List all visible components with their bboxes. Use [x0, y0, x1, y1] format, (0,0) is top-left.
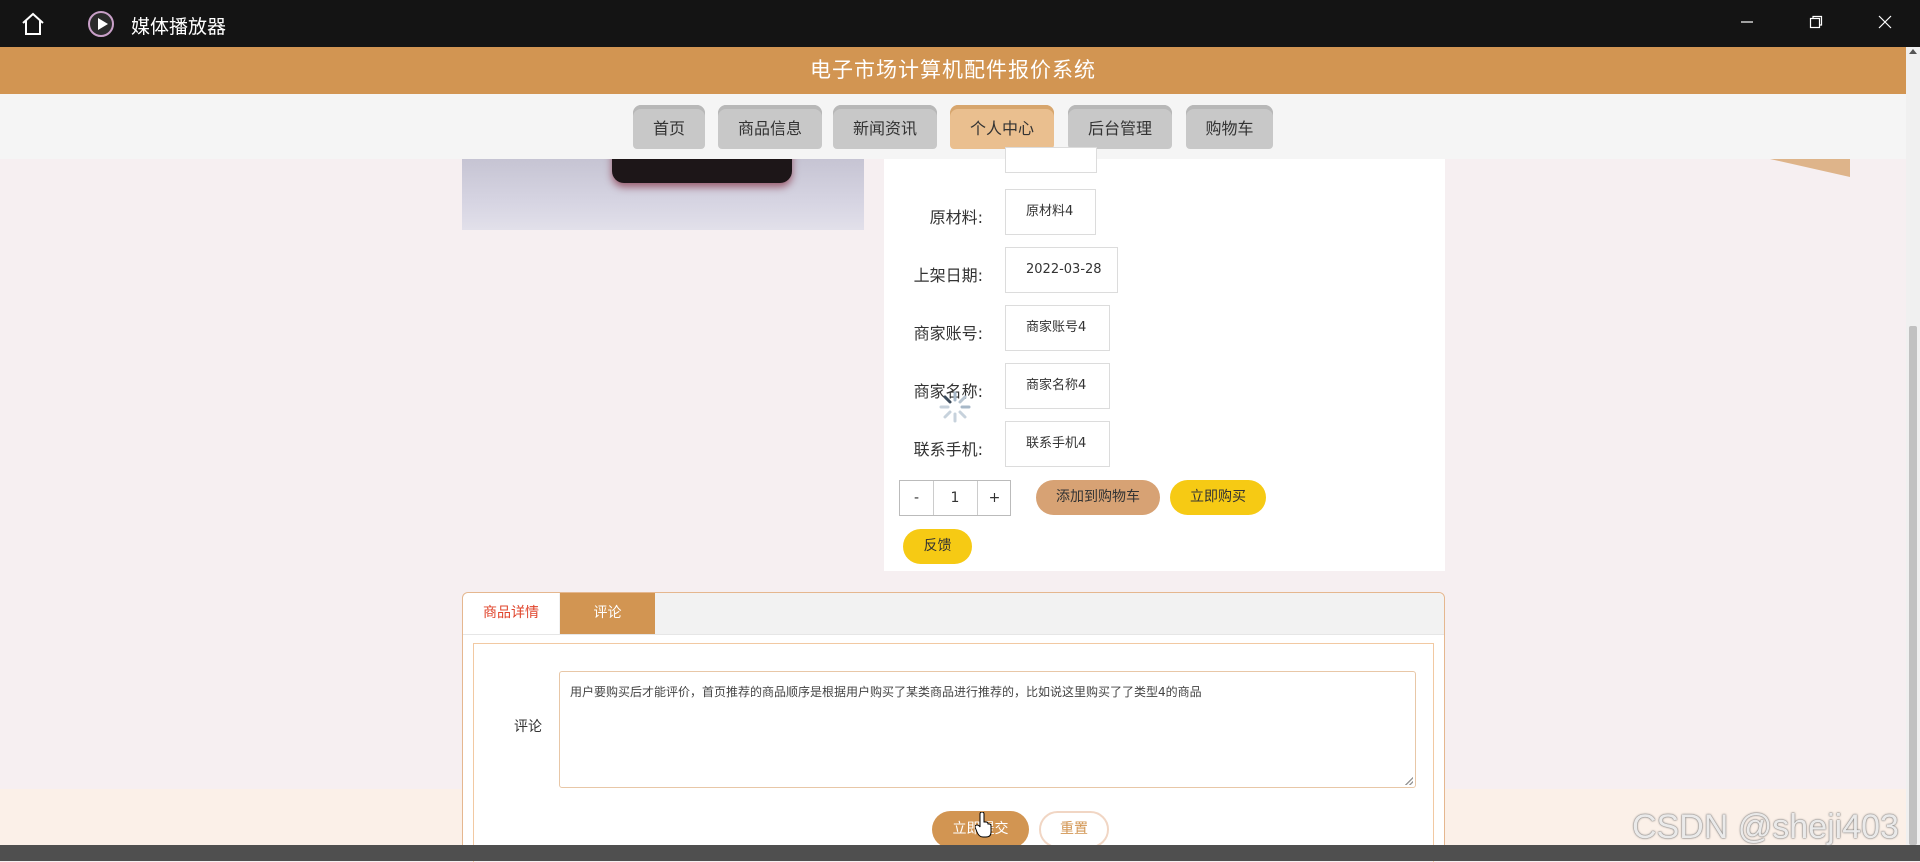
buy-now-button[interactable]: 立即购买 [1170, 480, 1266, 515]
feedback-button[interactable]: 反馈 [903, 529, 972, 564]
nav-admin[interactable]: 后台管理 [1068, 105, 1172, 149]
site-title: 电子市场计算机配件报价系统 [0, 47, 1906, 94]
media-player-icon [88, 11, 114, 37]
restore-button[interactable] [1786, 0, 1846, 47]
field-value-listing-date: 2022-03-28 [1005, 247, 1118, 293]
product-photo-device [612, 159, 792, 183]
product-image [462, 159, 864, 230]
nav-products[interactable]: 商品信息 [718, 105, 822, 149]
nav-cart[interactable]: 购物车 [1186, 105, 1273, 149]
minimize-icon [1741, 21, 1753, 23]
quantity-input[interactable]: 1 [934, 481, 976, 515]
loading-spinner-icon [939, 391, 971, 423]
restore-icon [1809, 15, 1823, 29]
tab-product-detail[interactable]: 商品详情 [463, 593, 559, 634]
field-value-phone: 联系手机4 [1005, 421, 1110, 467]
close-icon [1878, 15, 1892, 29]
scrollbar-thumb[interactable] [1909, 326, 1917, 845]
tab-bar: 商品详情 评论 [463, 593, 1444, 635]
watermark: CSDN @sheji403 [1632, 808, 1899, 846]
tab-comments[interactable]: 评论 [560, 593, 655, 634]
nav-news[interactable]: 新闻资讯 [833, 105, 937, 149]
window-titlebar: 媒体播放器 [0, 0, 1920, 47]
close-button[interactable] [1855, 0, 1915, 47]
nav-home[interactable]: 首页 [633, 105, 705, 149]
detail-tabs-card: 商品详情 评论 评论 用户要购买后才能评价，首页推荐的商品顺序是根据用户购买了某… [462, 592, 1445, 862]
minimize-button[interactable] [1717, 0, 1777, 47]
quantity-decrease-button[interactable]: - [900, 481, 934, 515]
home-icon[interactable] [20, 11, 46, 37]
corner-decoration [1770, 159, 1850, 177]
comment-form: 评论 用户要购买后才能评价，首页推荐的商品顺序是根据用户购买了某类商品进行推荐的… [473, 643, 1434, 862]
scroll-up-arrow-icon[interactable] [1909, 49, 1917, 54]
field-label-material: 原材料: [929, 208, 983, 227]
resize-handle-icon[interactable] [1405, 777, 1413, 785]
main-nav: 首页 商品信息 新闻资讯 个人中心 后台管理 购物车 [0, 94, 1906, 159]
field-label-phone: 联系手机: [913, 440, 983, 459]
quantity-stepper: - 1 + [899, 480, 1011, 516]
field-value-material: 原材料4 [1005, 189, 1096, 235]
nav-personal-center[interactable]: 个人中心 [950, 105, 1054, 149]
quantity-increase-button[interactable]: + [977, 481, 1011, 515]
comment-label: 评论 [514, 719, 542, 735]
field-value-merchant-name: 商家名称4 [1005, 363, 1110, 409]
field-label-merchant-account: 商家账号: [913, 324, 983, 343]
comment-textarea[interactable]: 用户要购买后才能评价，首页推荐的商品顺序是根据用户购买了某类商品进行推荐的，比如… [559, 671, 1416, 788]
hand-cursor-icon [975, 812, 992, 838]
bottom-strip [0, 845, 1920, 861]
field-value-merchant-account: 商家账号4 [1005, 305, 1110, 351]
reset-button[interactable]: 重置 [1039, 811, 1109, 848]
add-to-cart-button[interactable]: 添加到购物车 [1036, 480, 1160, 515]
field-box-partial [1005, 147, 1097, 173]
window-title: 媒体播放器 [131, 16, 227, 38]
field-label-listing-date: 上架日期: [913, 266, 983, 285]
comment-text-value: 用户要购买后才能评价，首页推荐的商品顺序是根据用户购买了某类商品进行推荐的，比如… [570, 685, 1202, 699]
